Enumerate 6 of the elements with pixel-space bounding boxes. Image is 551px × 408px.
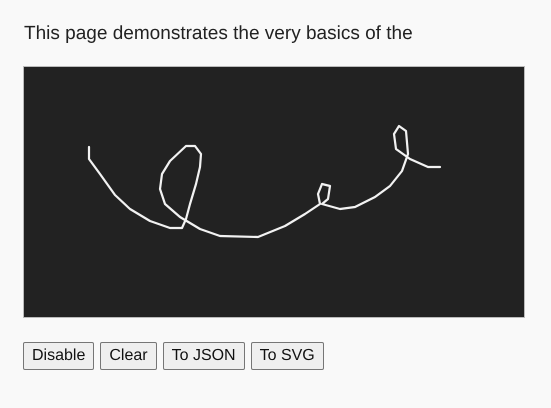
action-button[interactable]: Clear [100,342,157,370]
signature-pad[interactable] [23,66,525,318]
action-button[interactable]: Disable [23,342,94,370]
intro-text: This page demonstrates the very basics of the [24,22,414,46]
action-button[interactable]: To JSON [162,342,245,370]
action-button[interactable]: To SVG [250,342,324,370]
